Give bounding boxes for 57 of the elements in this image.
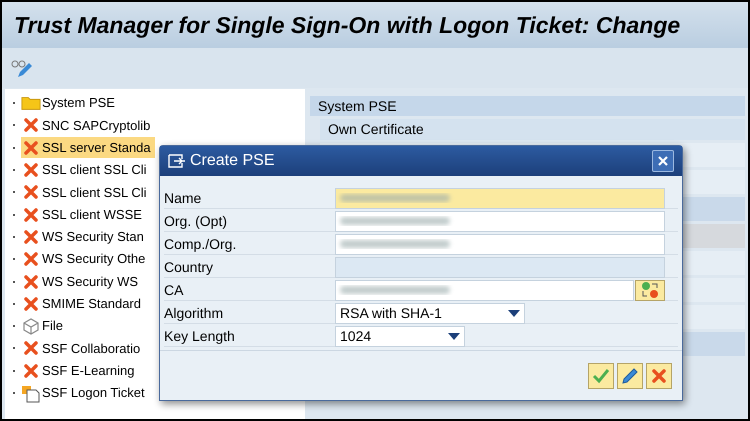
- cross-icon: [23, 228, 39, 245]
- document-icon: [21, 383, 41, 403]
- tree-item[interactable]: SSF Logon Ticket: [21, 382, 149, 404]
- cross-icon: [23, 251, 39, 268]
- dialog-title: Create PSE: [190, 151, 274, 171]
- close-button[interactable]: [652, 150, 674, 172]
- cancel-button[interactable]: [646, 362, 672, 388]
- field-label: Name: [164, 188, 202, 208]
- tree-item[interactable]: SSF Collaboratio: [21, 338, 144, 359]
- pencil-icon: [621, 366, 639, 384]
- caret-icon: [448, 332, 460, 340]
- cross-icon: [23, 162, 39, 178]
- caret-icon: [508, 310, 520, 316]
- window-title: Trust Manager for Single Sign-On with Logon Ticket: Change: [14, 10, 680, 40]
- input-field[interactable]: [335, 234, 665, 254]
- tree-item[interactable]: WS Security WS: [21, 271, 142, 292]
- tree-item[interactable]: File: [21, 316, 67, 337]
- tree-item[interactable]: SNC SAPCryptolib: [21, 114, 154, 136]
- cross-icon: [23, 296, 39, 312]
- tree-item[interactable]: SSL client SSL Cli: [21, 160, 151, 181]
- tree-item[interactable]: WS Security Stan: [21, 226, 148, 248]
- swap-circles-icon: [640, 281, 660, 299]
- cross-icon: [23, 362, 39, 379]
- folder-icon: [21, 95, 41, 112]
- cross-icon: [23, 117, 39, 134]
- close-icon: [657, 155, 669, 167]
- cube-icon: [22, 317, 40, 336]
- input-field[interactable]: [335, 188, 665, 208]
- tree-item[interactable]: SSF E-Learning: [21, 360, 138, 382]
- tree-item[interactable]: SMIME Standard: [21, 293, 145, 314]
- dropdown[interactable]: RSA with SHA-1: [335, 302, 525, 324]
- cross-icon: [651, 368, 667, 384]
- edit-form-icon: [168, 154, 186, 168]
- cross-icon: [23, 274, 39, 290]
- section-title: System PSE: [318, 96, 397, 116]
- subsection-title: Own Certificate: [328, 120, 424, 139]
- field-label: Algorithm: [164, 304, 224, 323]
- field-label: Key Length: [164, 326, 236, 346]
- tree-item[interactable]: SSL server Standa: [21, 137, 155, 158]
- field-label: Country: [164, 258, 214, 277]
- lookup-button[interactable]: [635, 280, 665, 300]
- field-label: CA: [164, 280, 184, 300]
- cross-icon: [23, 140, 39, 156]
- input-field[interactable]: [335, 280, 634, 300]
- tree-item[interactable]: System PSE: [21, 92, 119, 114]
- tree-item[interactable]: SSL client SSL Cli: [21, 182, 151, 203]
- tree-item[interactable]: WS Security Othe: [21, 248, 150, 270]
- cross-icon: [23, 184, 39, 200]
- cross-icon: [23, 340, 39, 356]
- field-label: Comp./Org.: [164, 234, 238, 254]
- checkmark-icon: [592, 368, 610, 384]
- edit-button[interactable]: [617, 362, 643, 388]
- input-field[interactable]: [335, 210, 665, 232]
- field-label: Org. (Opt): [164, 212, 228, 231]
- dropdown[interactable]: 1024: [335, 326, 465, 346]
- tree-item[interactable]: SSL client WSSE: [21, 204, 146, 226]
- cross-icon: [23, 206, 39, 223]
